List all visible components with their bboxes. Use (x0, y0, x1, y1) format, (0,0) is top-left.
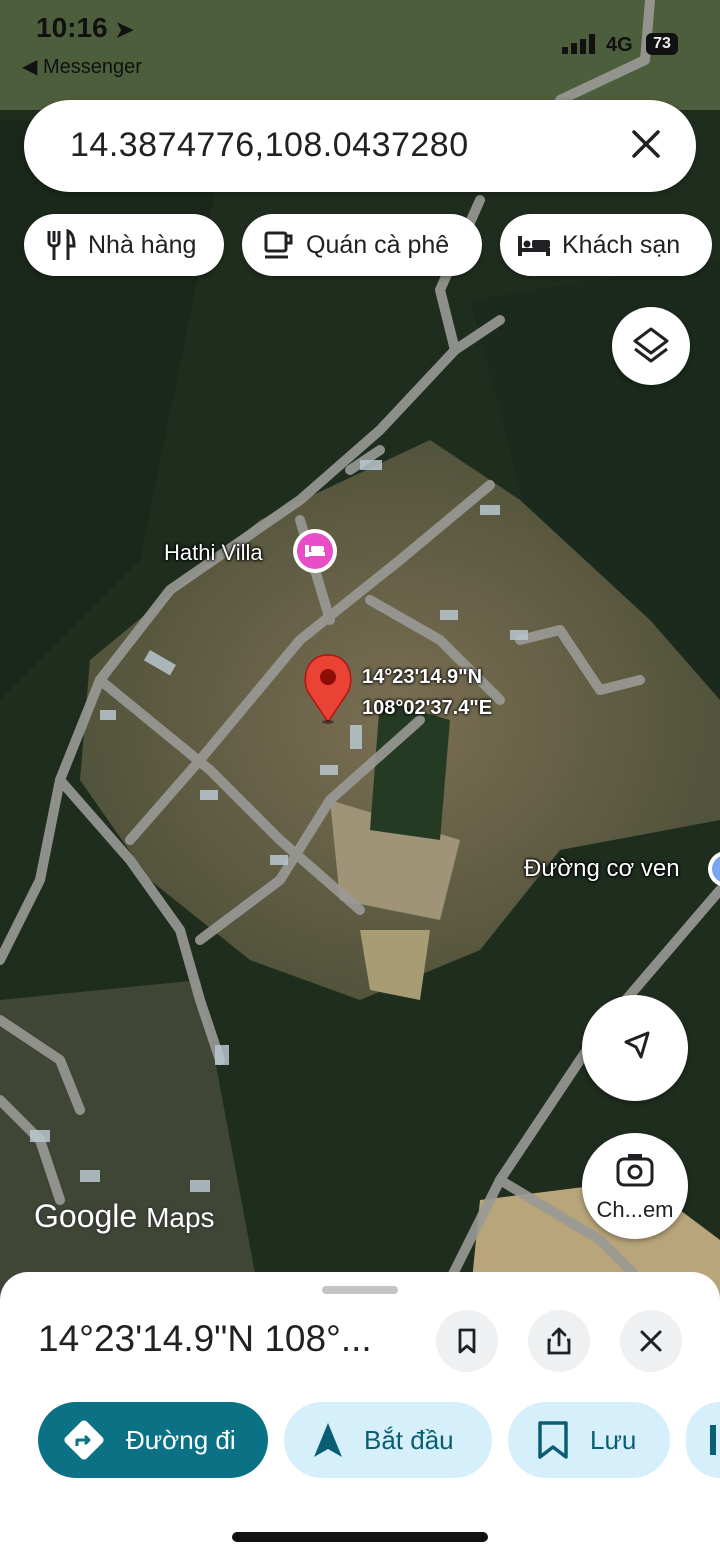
hotel-icon (518, 236, 550, 256)
search-bar[interactable]: 14.3874776,108.0437280 (24, 100, 696, 192)
home-indicator[interactable] (232, 1532, 488, 1542)
coffee-icon (264, 231, 293, 259)
status-time: 10:16 ➤ (36, 12, 134, 43)
logo-google: Google (34, 1198, 138, 1234)
place-bottom-sheet[interactable]: 14°23'14.9"N 108°... Đường đi Bắt đầu Lư… (0, 1272, 720, 1559)
close-icon (640, 1330, 662, 1352)
chip-restaurants[interactable]: Nhà hàng (24, 214, 224, 276)
camera-icon (616, 1154, 654, 1187)
bookmark-icon (538, 1421, 568, 1459)
road-label: Đường cơ ven (524, 855, 680, 882)
navigation-arrow-icon (624, 1031, 650, 1059)
pin-coordinates-label: 14°23'14.9"N 108°02'37.4"E (362, 662, 492, 724)
status-bar: 10:16 ➤ ◀ Messenger 4G 73 (0, 0, 720, 90)
pin-latitude: 14°23'14.9"N (362, 666, 483, 688)
logo-maps: Maps (146, 1202, 215, 1233)
street-view-button[interactable]: Ch...em (582, 1133, 688, 1239)
hathi-villa-label[interactable]: Hathi Villa (164, 540, 263, 566)
drag-handle[interactable] (322, 1286, 398, 1294)
layers-icon (633, 327, 669, 363)
close-icon (632, 130, 660, 158)
chip-coffee[interactable]: Quán cà phê (242, 214, 482, 276)
location-arrow-icon: ➤ (115, 17, 134, 42)
navigation-arrow-icon (314, 1423, 342, 1457)
signal-icon (562, 34, 598, 60)
bookmark-icon (458, 1328, 476, 1354)
partial-icon (710, 1425, 716, 1455)
chip-label: Khách sạn (562, 230, 681, 259)
battery-icon: 73 (646, 33, 678, 55)
clear-search-button[interactable] (624, 122, 668, 166)
save-icon-button[interactable] (436, 1310, 498, 1372)
share-button[interactable] (528, 1310, 590, 1372)
more-actions-button[interactable] (686, 1402, 720, 1478)
pin-longitude: 108°02'37.4"E (362, 697, 493, 719)
directions-button[interactable]: Đường đi (38, 1402, 268, 1478)
my-location-button[interactable] (582, 995, 688, 1101)
network-type: 4G (606, 34, 633, 56)
layers-button[interactable] (612, 307, 690, 385)
map-imagery (0, 0, 720, 1300)
place-title: 14°23'14.9"N 108°... (38, 1318, 372, 1359)
street-view-label: Ch...em (596, 1197, 674, 1222)
start-label: Bắt đầu (364, 1424, 454, 1455)
satellite-map[interactable]: Hathi Villa 14°23'14.9"N 108°02'37.4"E Đ… (0, 0, 720, 1300)
restaurant-icon (47, 228, 76, 260)
back-to-app-link[interactable]: ◀ Messenger (22, 54, 142, 79)
google-maps-logo: Google Maps (34, 1198, 215, 1235)
share-icon (547, 1327, 571, 1355)
directions-icon (64, 1420, 104, 1460)
chip-label: Quán cà phê (306, 230, 450, 259)
save-button[interactable]: Lưu (508, 1402, 670, 1478)
chip-label: Nhà hàng (88, 230, 197, 259)
save-label: Lưu (590, 1424, 637, 1455)
hotel-marker-icon[interactable] (293, 529, 337, 573)
directions-label: Đường đi (126, 1424, 236, 1455)
search-input[interactable]: 14.3874776,108.0437280 (70, 126, 469, 165)
close-sheet-button[interactable] (620, 1310, 682, 1372)
chip-hotels[interactable]: Khách sạn (500, 214, 712, 276)
start-button[interactable]: Bắt đầu (284, 1402, 492, 1478)
